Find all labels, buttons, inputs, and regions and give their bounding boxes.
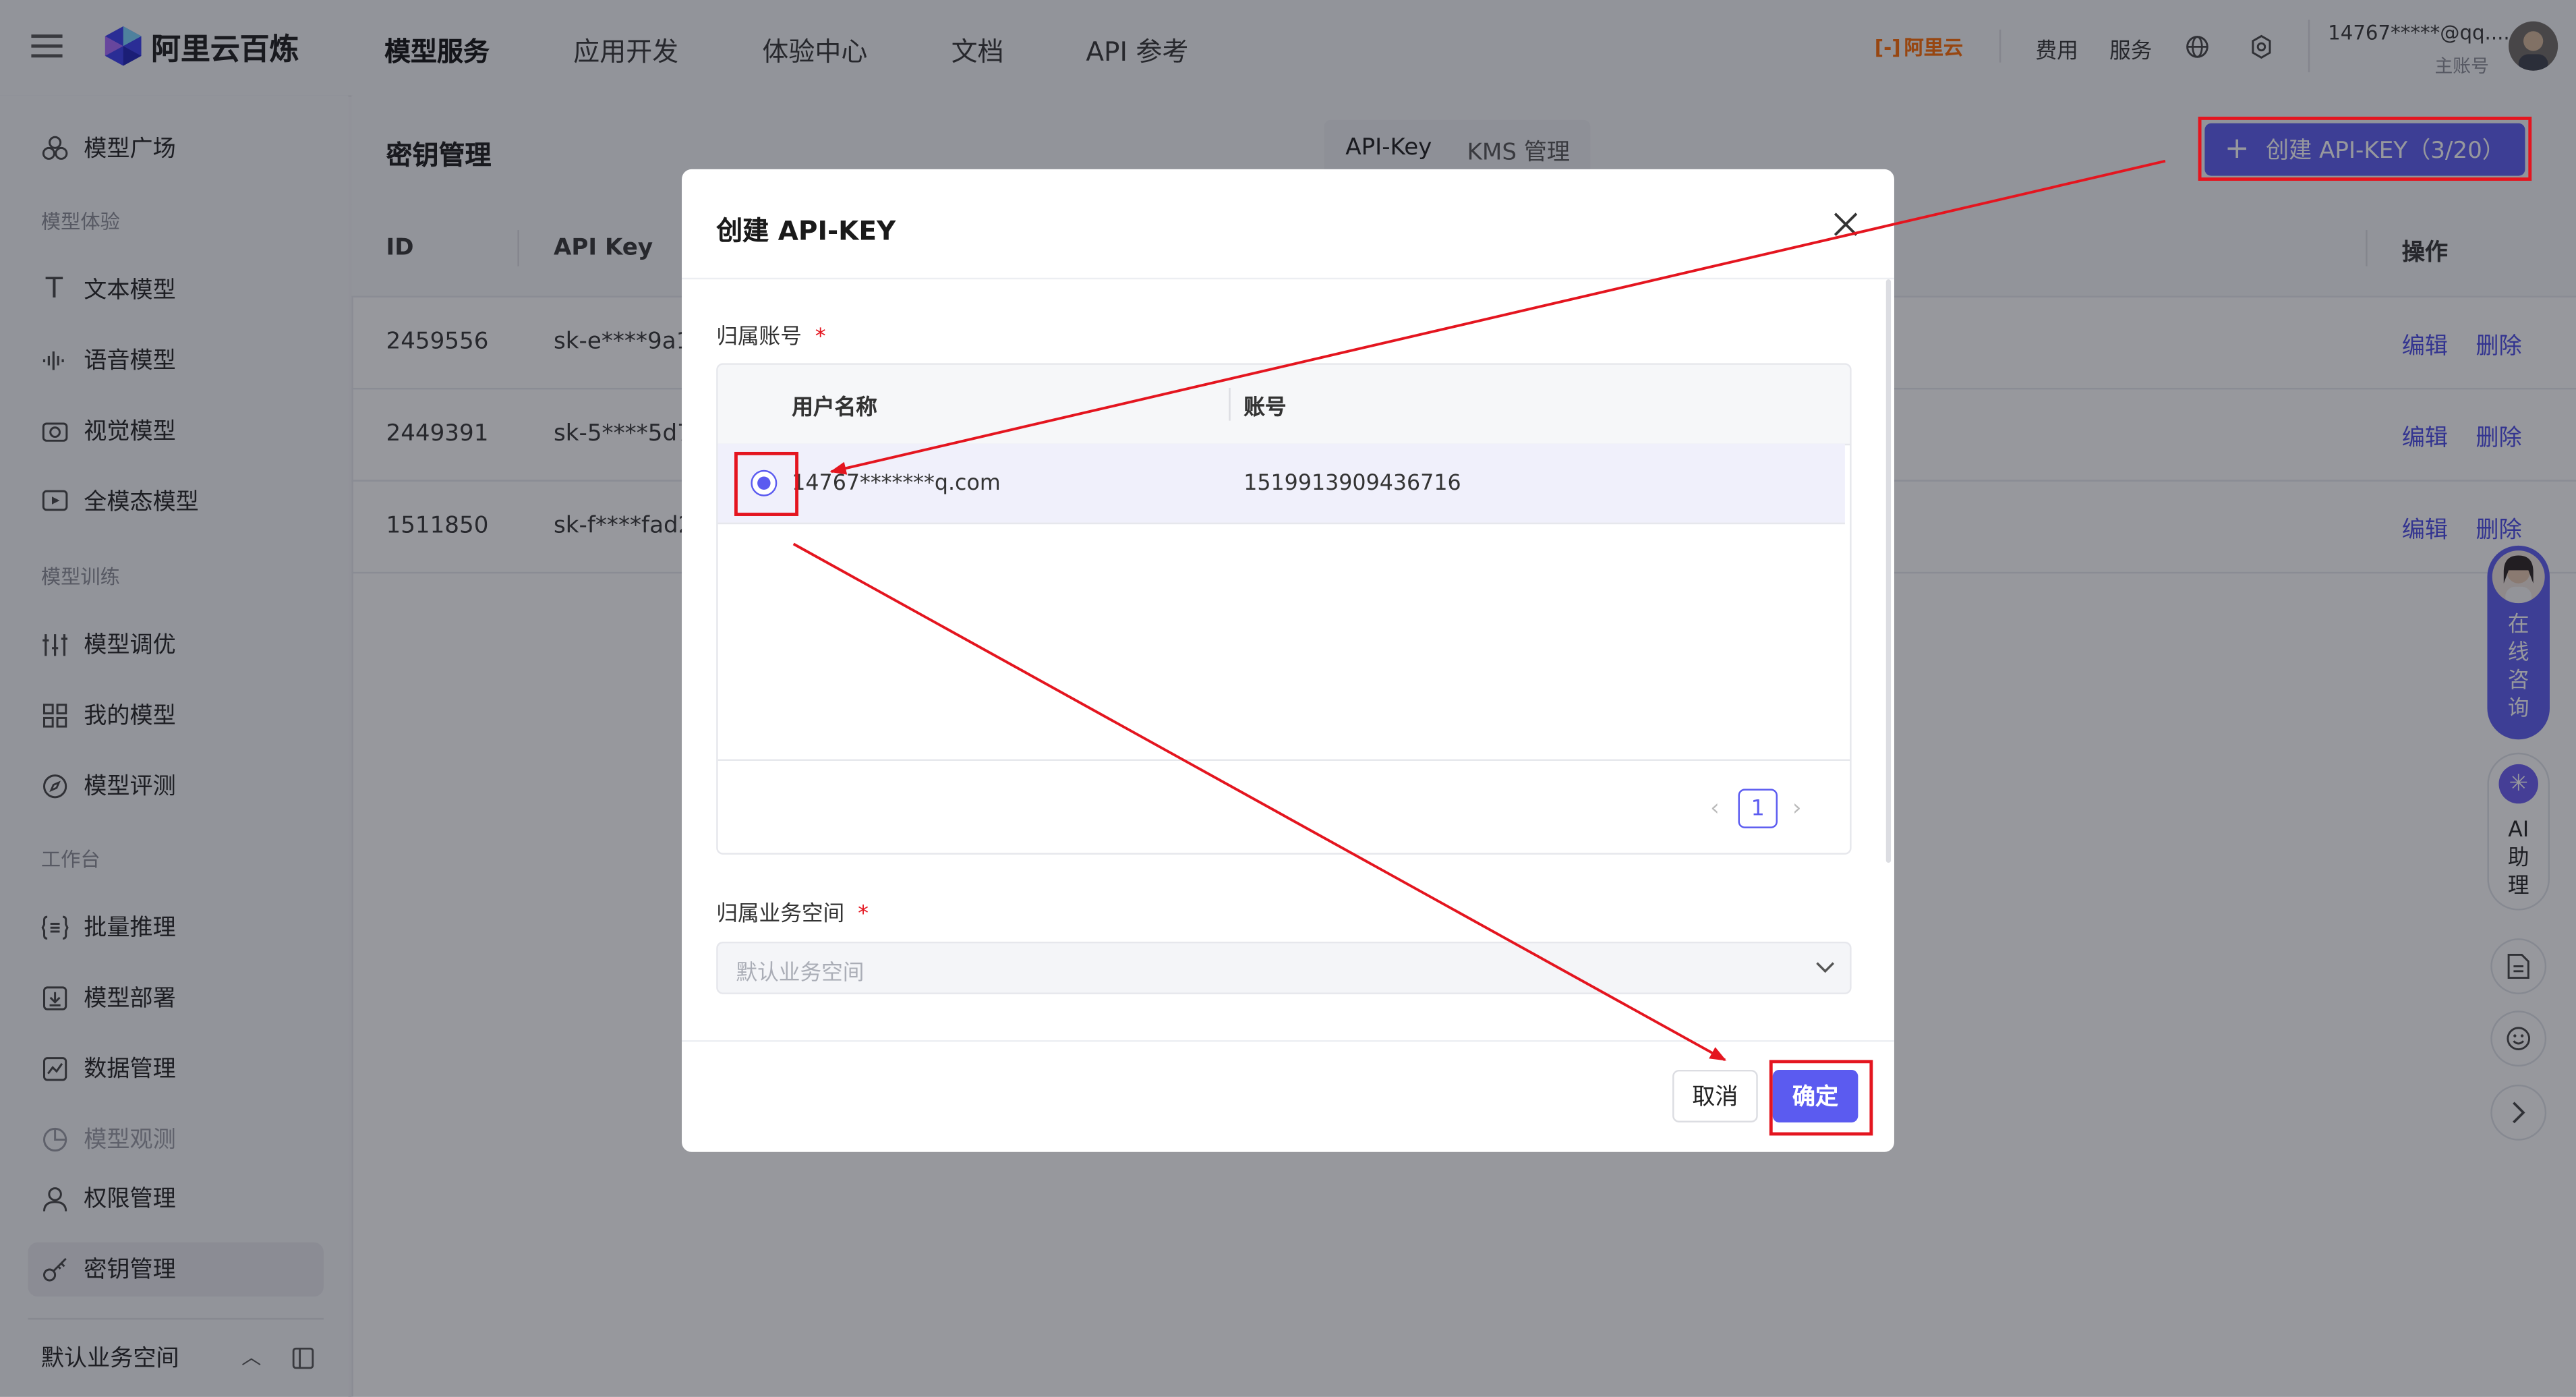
annotation-arrows [792, 159, 2166, 1062]
arrow-to-confirm [792, 542, 1727, 1062]
arrow-to-radio [829, 159, 2166, 475]
